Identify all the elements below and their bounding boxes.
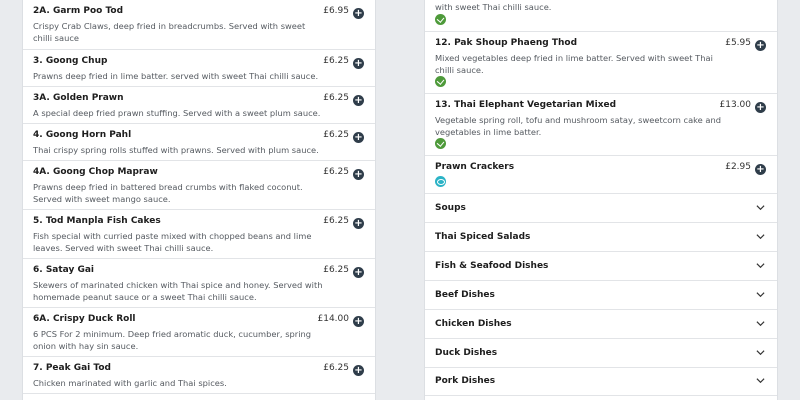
menu-item-name: 4. Goong Horn Pahl — [33, 130, 132, 140]
menu-item-partial[interactable]: with sweet Thai chilli sauce. — [425, 0, 777, 32]
menu-item-price: £13.00 — [719, 100, 752, 110]
category-label: Fish & Seafood Dishes — [435, 261, 549, 271]
add-to-order-button[interactable]: + — [353, 169, 364, 180]
menu-item-price: £6.25 — [323, 167, 349, 177]
menu-item-price: £6.25 — [323, 93, 349, 103]
add-to-order-button[interactable]: + — [755, 164, 766, 175]
menu-item-description: Chicken marinated with garlic and Thai s… — [33, 378, 227, 388]
menu-item[interactable]: 6A. Crispy Duck Roll 6 PCS For 2 minimum… — [23, 308, 375, 357]
menu-item-name: 3. Goong Chup — [33, 56, 108, 66]
add-to-order-button[interactable]: + — [353, 218, 364, 229]
chevron-down-icon — [756, 378, 765, 384]
menu-item[interactable]: 7. Peak Gai Tod Chicken marinated with g… — [23, 357, 375, 394]
menu-item[interactable]: 4A. Goong Chop Mapraw Prawns deep fried … — [23, 161, 375, 210]
category-label: Beef Dishes — [435, 290, 495, 300]
menu-item-description: Fish special with curried paste mixed wi… — [33, 231, 312, 254]
menu-item-description: Thai crispy spring rolls stuffed with pr… — [33, 145, 319, 155]
menu-item[interactable]: 3A. Golden Prawn A special deep fried pr… — [23, 87, 375, 124]
add-to-order-button[interactable]: + — [353, 316, 364, 327]
menu-item-price: £5.95 — [725, 38, 751, 48]
chevron-down-icon — [756, 234, 765, 240]
menu-item-price: £6.25 — [323, 56, 349, 66]
category-beef[interactable]: Beef Dishes — [425, 281, 777, 310]
chevron-down-icon — [756, 292, 765, 298]
menu-item-price: £2.95 — [725, 162, 751, 172]
menu-item[interactable]: 3. Goong Chup Prawns deep fried in lime … — [23, 50, 375, 87]
menu-column-left: 2A. Garm Poo Tod Crispy Crab Claws, deep… — [22, 0, 376, 400]
chevron-down-icon — [756, 205, 765, 211]
menu-item-description: Crispy Crab Claws, deep fried in breadcr… — [33, 21, 306, 44]
add-to-order-button[interactable]: + — [353, 132, 364, 143]
chevron-down-icon — [756, 350, 765, 356]
menu-item-description: Skewers of marinated chicken with Thai s… — [33, 280, 323, 303]
menu-item[interactable]: Prawn Crackers £2.95 + — [425, 156, 777, 194]
category-fish-seafood[interactable]: Fish & Seafood Dishes — [425, 252, 777, 281]
vegetarian-icon — [435, 76, 446, 87]
menu-item-price: £6.25 — [323, 216, 349, 226]
menu-item-description: with sweet Thai chilli sauce. — [435, 2, 552, 12]
chevron-down-icon — [756, 263, 765, 269]
menu-item-name: 6. Satay Gai — [33, 265, 95, 275]
menu-item-name: 12. Pak Shoup Phaeng Thod — [435, 38, 578, 48]
menu-item-price: £6.25 — [323, 265, 349, 275]
menu-item-name: 6A. Crispy Duck Roll — [33, 314, 136, 324]
category-pork[interactable]: Pork Dishes — [425, 367, 777, 396]
menu-item-price: £6.25 — [323, 130, 349, 140]
category-thai-spiced-salads[interactable]: Thai Spiced Salads — [425, 223, 777, 252]
menu-item[interactable]: 5. Tod Manpla Fish Cakes Fish special wi… — [23, 210, 375, 259]
menu-item[interactable]: 4. Goong Horn Pahl Thai crispy spring ro… — [23, 124, 375, 161]
menu-item-name: Prawn Crackers — [435, 162, 515, 172]
seafood-icon — [435, 176, 446, 187]
category-label: Thai Spiced Salads — [435, 232, 531, 242]
menu-item[interactable]: 12. Pak Shoup Phaeng Thod Mixed vegetabl… — [425, 32, 777, 94]
menu-item-name: 3A. Golden Prawn — [33, 93, 124, 103]
vegetarian-icon — [435, 14, 446, 25]
add-to-order-button[interactable]: + — [353, 95, 364, 106]
chevron-down-icon — [756, 321, 765, 327]
menu-item-name: 13. Thai Elephant Vegetarian Mixed — [435, 100, 617, 110]
menu-item[interactable]: 2A. Garm Poo Tod Crispy Crab Claws, deep… — [23, 0, 375, 50]
menu-item-name: 7. Peak Gai Tod — [33, 363, 111, 373]
add-to-order-button[interactable]: + — [353, 267, 364, 278]
menu-item-name: 5. Tod Manpla Fish Cakes — [33, 216, 161, 226]
vegetarian-icon — [435, 138, 446, 149]
menu-item[interactable]: 13. Thai Elephant Vegetarian Mixed Veget… — [425, 94, 777, 156]
add-to-order-button[interactable]: + — [353, 365, 364, 376]
menu-item-description: Vegetable spring roll, tofu and mushroom… — [435, 115, 722, 138]
category-label: Soups — [435, 203, 466, 213]
menu-item-description: A special deep fried prawn stuffing. Ser… — [33, 108, 321, 118]
menu-item-name: 4A. Goong Chop Mapraw — [33, 167, 158, 177]
category-duck[interactable]: Duck Dishes — [425, 339, 777, 368]
add-to-order-button[interactable]: + — [755, 102, 766, 113]
category-label: Pork Dishes — [435, 376, 496, 386]
menu-item[interactable]: 6. Satay Gai Skewers of marinated chicke… — [23, 259, 375, 308]
category-chicken[interactable]: Chicken Dishes — [425, 310, 777, 339]
menu-column-right: with sweet Thai chilli sauce. 12. Pak Sh… — [424, 0, 778, 400]
add-to-order-button[interactable]: + — [353, 58, 364, 69]
category-label: Duck Dishes — [435, 348, 498, 358]
menu-item-name: 2A. Garm Poo Tod — [33, 6, 124, 16]
menu-item-price: £14.00 — [317, 314, 350, 324]
category-label: Chicken Dishes — [435, 319, 512, 329]
add-to-order-button[interactable]: + — [755, 40, 766, 51]
category-soups[interactable]: Soups — [425, 194, 777, 223]
add-to-order-button[interactable]: + — [353, 8, 364, 19]
menu-item-description: Prawns deep fried in lime batter. served… — [33, 71, 319, 81]
menu-item-description: 6 PCS For 2 minimum. Deep fried aromatic… — [33, 329, 312, 352]
menu-item-price: £6.25 — [323, 363, 349, 373]
menu-item-price: £6.95 — [323, 6, 349, 16]
menu-item-description: Prawns deep fried in battered bread crum… — [33, 182, 303, 205]
menu-item-description: Mixed vegetables deep fried in lime batt… — [435, 53, 713, 76]
